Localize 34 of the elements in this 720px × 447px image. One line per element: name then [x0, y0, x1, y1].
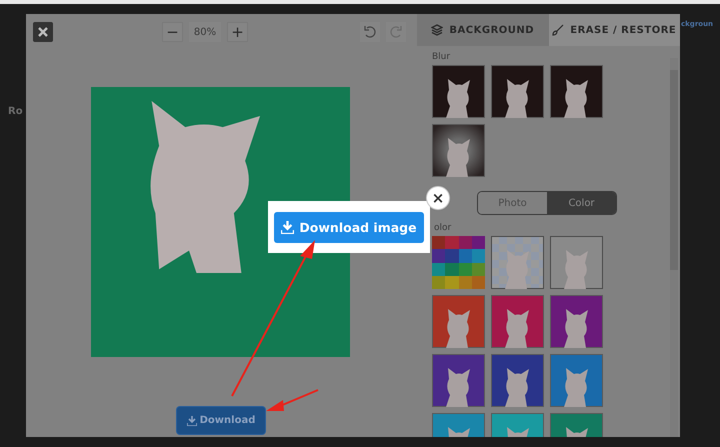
blur-thumbnail[interactable] — [432, 65, 485, 118]
color-thumbnail[interactable] — [432, 354, 485, 407]
color-thumbnail[interactable] — [550, 295, 603, 348]
plain-thumbnail[interactable] — [550, 236, 603, 289]
blur-thumbnail[interactable] — [432, 124, 485, 177]
close-icon — [38, 27, 48, 37]
blur-thumbnail[interactable] — [550, 65, 603, 118]
tab[interactable]: BACKGROUND — [417, 14, 548, 46]
download-button[interactable]: Download — [177, 407, 265, 434]
undo-icon — [363, 25, 377, 39]
color-thumbnail[interactable] — [491, 295, 544, 348]
section-label: olor — [433, 223, 452, 235]
close-button[interactable] — [33, 22, 53, 42]
color-thumbnail[interactable] — [550, 354, 603, 407]
tab[interactable]: ERASE / RESTORE — [548, 14, 680, 46]
download-image-button[interactable]: Download image — [274, 212, 424, 242]
download-icon — [281, 220, 294, 234]
layers-icon — [431, 24, 444, 36]
brush-icon — [552, 24, 564, 36]
section-label: Blur — [432, 52, 452, 64]
color-palette-swatch[interactable] — [432, 236, 485, 289]
color-thumbnail[interactable] — [491, 354, 544, 407]
zoom-in-button[interactable]: + — [227, 22, 248, 42]
close-button[interactable]: × — [427, 187, 449, 209]
blur-thumbnail[interactable] — [491, 65, 544, 118]
transparent-thumbnail[interactable] — [491, 236, 544, 289]
zoom-value: 80% — [189, 22, 221, 42]
redo-icon — [389, 25, 403, 39]
download-icon — [186, 416, 197, 426]
page-text: Ro — [8, 106, 23, 117]
color-thumbnail[interactable] — [432, 295, 485, 348]
mode-toggle-option[interactable]: Color — [547, 192, 616, 214]
zoom-out-button[interactable]: − — [162, 22, 183, 42]
undo-button[interactable] — [360, 22, 380, 42]
